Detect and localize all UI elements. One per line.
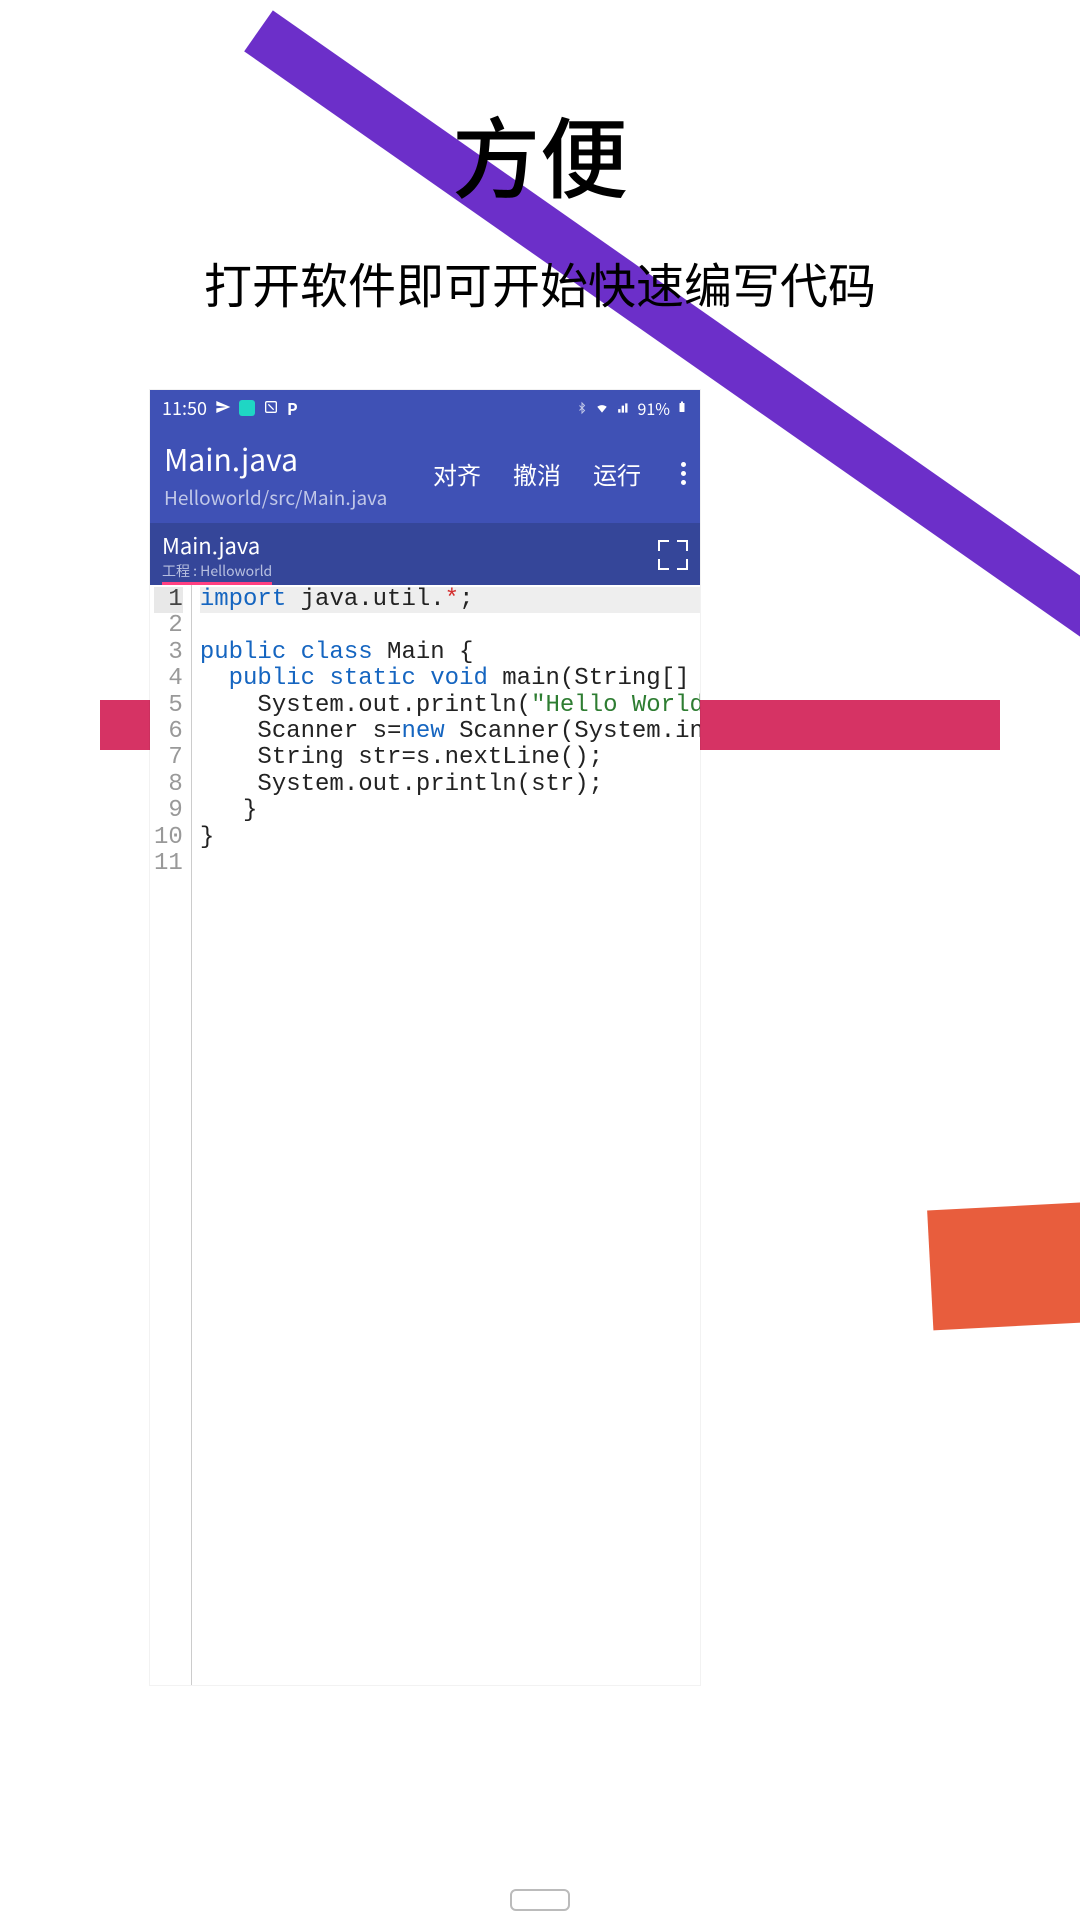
app-actions: 对齐 撤消 运行 xyxy=(433,456,686,491)
code-line[interactable]: public class Main { xyxy=(200,640,700,666)
p-icon: P xyxy=(287,396,298,420)
battery-icon xyxy=(676,396,688,420)
telegram-icon xyxy=(215,396,231,420)
more-menu-icon[interactable] xyxy=(673,462,686,485)
wifi-icon xyxy=(594,396,610,420)
signal-icon xyxy=(616,396,632,420)
status-left: 11:50 P xyxy=(162,395,298,421)
run-button[interactable]: 运行 xyxy=(593,456,641,491)
tab-indicator xyxy=(162,582,272,585)
line-number: 1 xyxy=(154,587,183,613)
fullscreen-icon[interactable] xyxy=(658,540,688,570)
undo-button[interactable]: 撤消 xyxy=(513,456,561,491)
line-number: 3 xyxy=(154,640,183,666)
code-line[interactable]: System.out.println(str); xyxy=(200,772,700,798)
code-line[interactable] xyxy=(200,613,700,639)
line-gutter: 1234567891011 xyxy=(150,585,192,1685)
code-line[interactable]: import java.util.*; xyxy=(200,587,700,613)
tab-bar: Main.java 工程 : Helloworld xyxy=(150,523,700,585)
line-number: 9 xyxy=(154,798,183,824)
system-nav-bar xyxy=(0,1880,1080,1920)
hero-section: 方便 打开软件即可开始快速编写代码 xyxy=(0,0,1080,317)
hero-subtitle: 打开软件即可开始快速编写代码 xyxy=(0,247,1080,317)
camera-icon xyxy=(239,400,255,416)
line-number: 5 xyxy=(154,693,183,719)
code-area[interactable]: import java.util.*; public class Main { … xyxy=(192,585,700,1685)
notification-icon xyxy=(263,396,279,420)
code-line[interactable]: Scanner s=new Scanner(System.in xyxy=(200,719,700,745)
line-number: 10 xyxy=(154,825,183,851)
tab-name: Main.java xyxy=(162,529,272,561)
tab-main-java[interactable]: Main.java 工程 : Helloworld xyxy=(162,529,272,581)
line-number: 8 xyxy=(154,772,183,798)
device-screenshot: 11:50 P 91% xyxy=(150,390,700,1685)
battery-percent: 91% xyxy=(638,396,671,420)
app-bar: Main.java Helloworld/src/Main.java 对齐 撤消… xyxy=(150,426,700,523)
status-time: 11:50 xyxy=(162,395,207,421)
hero-title: 方便 xyxy=(0,90,1080,217)
decorative-orange-stripe xyxy=(927,1190,1080,1331)
align-button[interactable]: 对齐 xyxy=(433,456,481,491)
bluetooth-icon xyxy=(576,396,588,420)
code-line[interactable]: } xyxy=(200,798,700,824)
code-editor[interactable]: 1234567891011 import java.util.*; public… xyxy=(150,585,700,1685)
status-bar: 11:50 P 91% xyxy=(150,390,700,426)
app-title: Main.java xyxy=(164,436,433,480)
code-line[interactable]: public static void main(String[] xyxy=(200,666,700,692)
nav-home-button[interactable] xyxy=(510,1889,570,1911)
line-number: 11 xyxy=(154,851,183,877)
status-right: 91% xyxy=(576,396,689,420)
line-number: 6 xyxy=(154,719,183,745)
line-number: 7 xyxy=(154,745,183,771)
code-line[interactable]: } xyxy=(200,825,700,851)
code-line[interactable]: System.out.println("Hello World xyxy=(200,693,700,719)
tab-project-label: 工程 : Helloworld xyxy=(162,561,272,581)
code-line[interactable] xyxy=(200,851,700,877)
app-path: Helloworld/src/Main.java xyxy=(164,484,433,511)
code-line[interactable]: String str=s.nextLine(); xyxy=(200,745,700,771)
line-number: 2 xyxy=(154,613,183,639)
line-number: 4 xyxy=(154,666,183,692)
app-title-block: Main.java Helloworld/src/Main.java xyxy=(164,436,433,511)
